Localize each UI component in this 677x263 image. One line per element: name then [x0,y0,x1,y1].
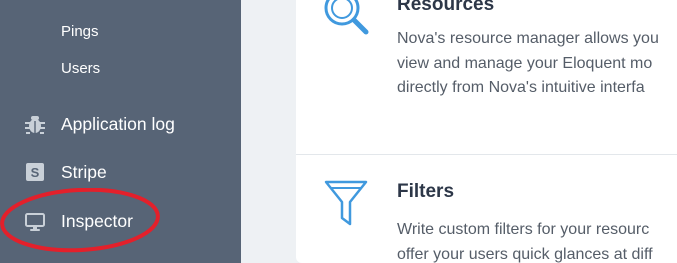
filter-funnel-icon [322,180,370,233]
sidebar-subitem-pings[interactable]: Pings [61,23,99,40]
filters-line: Write custom filters for your resourc [397,221,650,238]
sidebar-item-label: Inspector [61,210,133,231]
stripe-s-icon: S [24,161,46,183]
sidebar-item-application-log[interactable]: Application log [24,110,175,138]
sidebar-subitem-partial [61,0,101,2]
sidebar-item-label: Application log [61,113,175,134]
filters-line: offer your users quick glances at diff [397,245,653,263]
bug-icon [24,113,46,135]
resources-description: Nova's resource manager allows you view … [397,27,677,101]
svg-text:S: S [31,165,40,180]
filters-title: Filters [397,181,455,202]
resources-line: directly from Nova's intuitive interfa [397,79,645,96]
sidebar: Pings Users Application log S Stripe Ins… [0,0,241,263]
resources-line: view and manage your Eloquent mo [397,54,653,72]
card-divider [296,154,677,155]
sidebar-item-label: Stripe [61,161,107,182]
sidebar-subitem-users[interactable]: Users [61,60,100,77]
monitor-icon [24,210,46,232]
sidebar-item-inspector[interactable]: Inspector [24,207,133,235]
sidebar-item-stripe[interactable]: S Stripe [24,158,107,186]
search-icon [320,0,372,43]
filters-description: Write custom filters for your resourc of… [397,218,677,263]
resources-title: Resources [397,0,495,15]
resources-line: Nova's resource manager allows you [397,30,659,47]
